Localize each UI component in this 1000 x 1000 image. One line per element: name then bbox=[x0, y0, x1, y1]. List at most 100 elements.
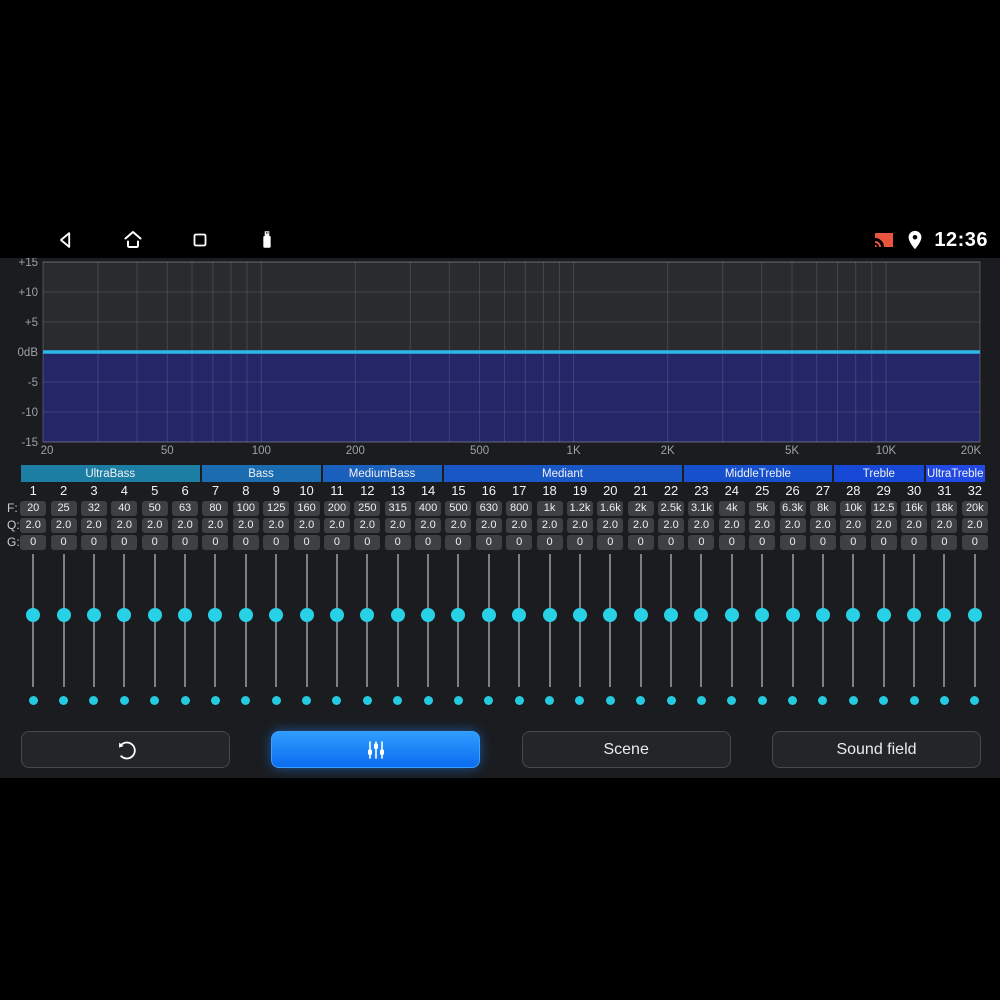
gain-value-chip[interactable]: 0 bbox=[384, 535, 411, 550]
slider-knob[interactable] bbox=[572, 608, 587, 622]
slider-knob[interactable] bbox=[238, 608, 253, 622]
gain-value-chip[interactable]: 0 bbox=[597, 535, 624, 550]
frequency-value-chip[interactable]: 1.6k bbox=[597, 501, 624, 516]
q-value-chip[interactable]: 2.0 bbox=[718, 518, 745, 533]
frequency-value-chip[interactable]: 800 bbox=[506, 501, 533, 516]
gain-value-chip[interactable]: 0 bbox=[506, 535, 533, 550]
q-value-chip[interactable]: 2.0 bbox=[870, 518, 897, 533]
frequency-value-chip[interactable]: 18k bbox=[931, 501, 958, 516]
slider-knob[interactable] bbox=[208, 608, 223, 622]
frequency-value-chip[interactable]: 500 bbox=[445, 501, 472, 516]
gain-value-chip[interactable]: 0 bbox=[50, 535, 77, 550]
q-value-chip[interactable]: 2.0 bbox=[50, 518, 77, 533]
q-value-chip[interactable]: 2.0 bbox=[475, 518, 502, 533]
frequency-value-chip[interactable]: 32 bbox=[80, 501, 107, 516]
slider-knob[interactable] bbox=[937, 608, 952, 622]
slider-knob[interactable] bbox=[603, 608, 618, 622]
q-value-chip[interactable]: 2.0 bbox=[779, 518, 806, 533]
gain-value-chip[interactable]: 0 bbox=[840, 535, 867, 550]
q-value-chip[interactable]: 2.0 bbox=[688, 518, 715, 533]
slider-knob[interactable] bbox=[269, 608, 284, 622]
slider-knob[interactable] bbox=[117, 608, 132, 622]
slider-knob[interactable] bbox=[329, 608, 344, 622]
frequency-value-chip[interactable]: 400 bbox=[415, 501, 442, 516]
frequency-value-chip[interactable]: 12.5 bbox=[870, 501, 897, 516]
frequency-value-chip[interactable]: 125 bbox=[263, 501, 290, 516]
q-value-chip[interactable]: 2.0 bbox=[80, 518, 107, 533]
frequency-value-chip[interactable]: 63 bbox=[172, 501, 199, 516]
frequency-value-chip[interactable]: 80 bbox=[202, 501, 229, 516]
recents-icon[interactable] bbox=[188, 228, 212, 252]
frequency-value-chip[interactable]: 200 bbox=[323, 501, 350, 516]
frequency-value-chip[interactable]: 6.3k bbox=[779, 501, 806, 516]
frequency-value-chip[interactable]: 20 bbox=[20, 501, 47, 516]
gain-value-chip[interactable]: 0 bbox=[931, 535, 958, 550]
gain-value-chip[interactable]: 0 bbox=[901, 535, 928, 550]
slider-knob[interactable] bbox=[451, 608, 466, 622]
slider-knob[interactable] bbox=[633, 608, 648, 622]
frequency-value-chip[interactable]: 40 bbox=[111, 501, 138, 516]
gain-value-chip[interactable]: 0 bbox=[415, 535, 442, 550]
q-value-chip[interactable]: 2.0 bbox=[961, 518, 988, 533]
slider-knob[interactable] bbox=[846, 608, 861, 622]
q-value-chip[interactable]: 2.0 bbox=[263, 518, 290, 533]
gain-value-chip[interactable]: 0 bbox=[232, 535, 259, 550]
slider-knob[interactable] bbox=[755, 608, 770, 622]
gain-value-chip[interactable]: 0 bbox=[475, 535, 502, 550]
gain-value-chip[interactable]: 0 bbox=[870, 535, 897, 550]
q-value-chip[interactable]: 2.0 bbox=[354, 518, 381, 533]
slider-knob[interactable] bbox=[785, 608, 800, 622]
gain-value-chip[interactable]: 0 bbox=[20, 535, 47, 550]
q-value-chip[interactable]: 2.0 bbox=[141, 518, 168, 533]
frequency-value-chip[interactable]: 3.1k bbox=[688, 501, 715, 516]
gain-value-chip[interactable]: 0 bbox=[779, 535, 806, 550]
frequency-value-chip[interactable]: 1.2k bbox=[566, 501, 593, 516]
q-value-chip[interactable]: 2.0 bbox=[415, 518, 442, 533]
slider-knob[interactable] bbox=[421, 608, 436, 622]
cast-icon[interactable] bbox=[872, 228, 896, 252]
q-value-chip[interactable]: 2.0 bbox=[536, 518, 563, 533]
gain-value-chip[interactable]: 0 bbox=[80, 535, 107, 550]
gain-value-chip[interactable]: 0 bbox=[536, 535, 563, 550]
gain-value-chip[interactable]: 0 bbox=[961, 535, 988, 550]
frequency-value-chip[interactable]: 25 bbox=[50, 501, 77, 516]
q-value-chip[interactable]: 2.0 bbox=[445, 518, 472, 533]
q-value-chip[interactable]: 2.0 bbox=[597, 518, 624, 533]
gain-value-chip[interactable]: 0 bbox=[141, 535, 168, 550]
gain-value-chip[interactable]: 0 bbox=[323, 535, 350, 550]
home-icon[interactable] bbox=[121, 228, 145, 252]
slider-knob[interactable] bbox=[86, 608, 101, 622]
frequency-value-chip[interactable]: 8k bbox=[809, 501, 836, 516]
frequency-value-chip[interactable]: 10k bbox=[840, 501, 867, 516]
q-value-chip[interactable]: 2.0 bbox=[809, 518, 836, 533]
gain-value-chip[interactable]: 0 bbox=[566, 535, 593, 550]
frequency-value-chip[interactable]: 5k bbox=[749, 501, 776, 516]
frequency-value-chip[interactable]: 16k bbox=[901, 501, 928, 516]
frequency-value-chip[interactable]: 2k bbox=[627, 501, 654, 516]
q-value-chip[interactable]: 2.0 bbox=[627, 518, 654, 533]
slider-knob[interactable] bbox=[512, 608, 527, 622]
slider-knob[interactable] bbox=[360, 608, 375, 622]
q-value-chip[interactable]: 2.0 bbox=[20, 518, 47, 533]
q-value-chip[interactable]: 2.0 bbox=[749, 518, 776, 533]
equalizer-button[interactable] bbox=[271, 731, 481, 768]
scene-button[interactable]: Scene bbox=[521, 731, 731, 768]
frequency-value-chip[interactable]: 250 bbox=[354, 501, 381, 516]
slider-knob[interactable] bbox=[299, 608, 314, 622]
gain-value-chip[interactable]: 0 bbox=[749, 535, 776, 550]
q-value-chip[interactable]: 2.0 bbox=[293, 518, 320, 533]
slider-knob[interactable] bbox=[390, 608, 405, 622]
slider-knob[interactable] bbox=[147, 608, 162, 622]
slider-knob[interactable] bbox=[907, 608, 922, 622]
frequency-value-chip[interactable]: 50 bbox=[141, 501, 168, 516]
q-value-chip[interactable]: 2.0 bbox=[172, 518, 199, 533]
q-value-chip[interactable]: 2.0 bbox=[232, 518, 259, 533]
q-value-chip[interactable]: 2.0 bbox=[931, 518, 958, 533]
q-value-chip[interactable]: 2.0 bbox=[506, 518, 533, 533]
frequency-value-chip[interactable]: 20k bbox=[961, 501, 988, 516]
reset-button[interactable] bbox=[21, 731, 230, 768]
slider-knob[interactable] bbox=[724, 608, 739, 622]
gain-value-chip[interactable]: 0 bbox=[354, 535, 381, 550]
slider-knob[interactable] bbox=[815, 608, 830, 622]
slider-knob[interactable] bbox=[542, 608, 557, 622]
